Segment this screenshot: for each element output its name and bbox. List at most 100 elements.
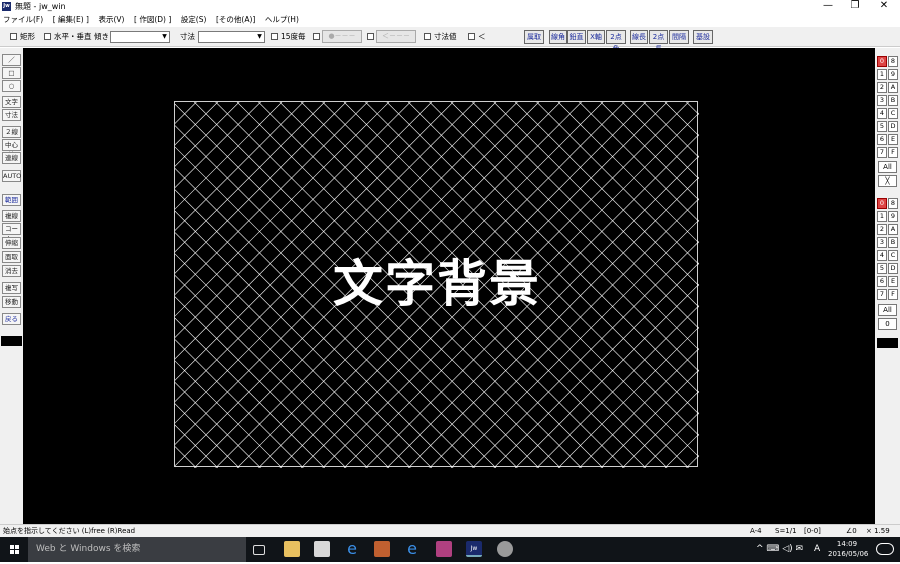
auto-tool[interactable]: AUTO bbox=[2, 170, 21, 182]
layer-A[interactable]: A bbox=[888, 224, 898, 235]
dimval-checkbox[interactable]: 寸法値 bbox=[424, 31, 457, 43]
zoom-display[interactable]: × 1.59 bbox=[866, 526, 890, 537]
file-explorer-icon[interactable] bbox=[284, 541, 300, 557]
arrow-endpoint-button[interactable]: ＜－－－ bbox=[376, 30, 416, 43]
layer-group-1[interactable]: 1 bbox=[877, 69, 887, 80]
layer-group-5[interactable]: 5 bbox=[877, 121, 887, 132]
notification-icon[interactable] bbox=[876, 543, 894, 555]
layer-B[interactable]: B bbox=[888, 237, 898, 248]
layer-group-8[interactable]: 8 bbox=[888, 56, 898, 67]
undo-tool[interactable]: 戻る bbox=[2, 313, 21, 325]
menu-draw[interactable]: [ 作図(D) ] bbox=[134, 13, 171, 26]
task-view-icon[interactable] bbox=[253, 545, 265, 555]
line-angle-button[interactable]: 線角 bbox=[549, 30, 567, 44]
store-icon[interactable] bbox=[314, 541, 330, 557]
circle-tool[interactable]: ○ bbox=[2, 80, 21, 92]
all-layer-groups-button[interactable]: All bbox=[878, 161, 897, 173]
menu-edit[interactable]: [ 編集(E) ] bbox=[53, 13, 89, 26]
menu-help[interactable]: ヘルプ(H) bbox=[265, 13, 299, 26]
drawing-text[interactable]: 文字背景 bbox=[175, 254, 699, 314]
layer-8[interactable]: 8 bbox=[888, 198, 898, 209]
layer-group-B[interactable]: B bbox=[888, 95, 898, 106]
erase-tool[interactable]: 消去 bbox=[2, 265, 21, 277]
menu-settings[interactable]: 設定(S) bbox=[181, 13, 207, 26]
layer-7[interactable]: 7 bbox=[877, 289, 887, 300]
menu-file[interactable]: ファイル(F) bbox=[3, 13, 43, 26]
center-line-tool[interactable]: 中心線 bbox=[2, 139, 21, 159]
menu-other[interactable]: [その他(A)] bbox=[216, 13, 255, 26]
layer-4[interactable]: 4 bbox=[877, 250, 887, 261]
layer-group-4[interactable]: 4 bbox=[877, 108, 887, 119]
drawing-canvas[interactable]: 文字背景 bbox=[23, 48, 875, 524]
layer-group-C[interactable]: C bbox=[888, 108, 898, 119]
clear-layer-groups-button[interactable]: ╳ bbox=[878, 175, 897, 187]
disc-app-icon[interactable] bbox=[497, 541, 513, 557]
dim-combo[interactable]: ▼ bbox=[198, 31, 265, 43]
layer-5[interactable]: 5 bbox=[877, 263, 887, 274]
base-set-button[interactable]: 基設 bbox=[693, 30, 713, 44]
move-tool[interactable]: 移動 bbox=[2, 296, 21, 308]
double-line-tool[interactable]: ２線 bbox=[2, 126, 21, 138]
layer-C[interactable]: C bbox=[888, 250, 898, 261]
range-tool[interactable]: 範囲 bbox=[2, 194, 21, 206]
clock[interactable]: 14:09 2016/05/06 bbox=[828, 539, 868, 559]
hv-checkbox[interactable]: 水平・垂直 bbox=[44, 31, 92, 43]
text-tool[interactable]: 文字 bbox=[2, 96, 21, 108]
layer-6[interactable]: 6 bbox=[877, 276, 887, 287]
layer-group-E[interactable]: E bbox=[888, 134, 898, 145]
layer-group-7[interactable]: 7 bbox=[877, 147, 887, 158]
layer-group-3[interactable]: 3 bbox=[877, 95, 887, 106]
all-layers-button[interactable]: All bbox=[878, 304, 897, 316]
connect-line-tool[interactable]: 連線 bbox=[2, 152, 21, 164]
layer-2[interactable]: 2 bbox=[877, 224, 887, 235]
vertical-button[interactable]: 鉛直 bbox=[567, 30, 586, 44]
scale-display[interactable]: S=1/1 bbox=[775, 526, 797, 537]
app-icon[interactable] bbox=[436, 541, 452, 557]
tray-icons[interactable]: ^ ⌨ ◁) ✉ bbox=[756, 544, 803, 554]
menu-view[interactable]: 表示(V) bbox=[98, 13, 124, 26]
zero-layer-button[interactable]: 0 bbox=[878, 318, 897, 330]
minimize-button[interactable]: — bbox=[816, 0, 840, 13]
angle-display[interactable]: ∠0 bbox=[846, 526, 857, 537]
lt-checkbox[interactable]: ＜ bbox=[468, 31, 486, 43]
start-button[interactable] bbox=[0, 537, 28, 562]
deg15-checkbox[interactable]: 15度毎 bbox=[271, 31, 306, 43]
media-player-icon[interactable] bbox=[374, 541, 390, 557]
chamfer-tool[interactable]: 面取 bbox=[2, 251, 21, 263]
jw-taskbar-icon[interactable]: Jw bbox=[466, 541, 482, 557]
stretch-tool[interactable]: 伸縮 bbox=[2, 237, 21, 249]
rectangle-tool[interactable]: □ bbox=[2, 67, 21, 79]
layer-group-0[interactable]: 0 bbox=[877, 56, 887, 67]
attr-get-button[interactable]: 属取 bbox=[524, 30, 544, 44]
layer-group-6[interactable]: 6 bbox=[877, 134, 887, 145]
layer-group-F[interactable]: F bbox=[888, 147, 898, 158]
two-point-angle-button[interactable]: 2点角 bbox=[606, 30, 626, 53]
layer-group-9[interactable]: 9 bbox=[888, 69, 898, 80]
close-button[interactable]: ✕ bbox=[872, 0, 896, 13]
layer-D[interactable]: D bbox=[888, 263, 898, 274]
circle-endpoint-button[interactable]: ●－－－ bbox=[322, 30, 362, 43]
taskbar-search[interactable]: Web と Windows を検索 bbox=[28, 537, 246, 562]
parallel-line-tool[interactable]: 複線 bbox=[2, 210, 21, 222]
layer-1[interactable]: 1 bbox=[877, 211, 887, 222]
interval-button[interactable]: 間隔 bbox=[669, 30, 689, 44]
two-point-length-button[interactable]: 2点長 bbox=[649, 30, 668, 53]
line-length-button[interactable]: 線長 bbox=[630, 30, 648, 44]
rect-checkbox[interactable]: 矩形 bbox=[10, 31, 35, 43]
layer-9[interactable]: 9 bbox=[888, 211, 898, 222]
layer-group-D[interactable]: D bbox=[888, 121, 898, 132]
ie-icon[interactable]: e bbox=[404, 541, 420, 557]
x-axis-button[interactable]: X軸 bbox=[587, 30, 605, 44]
layer-display[interactable]: [0-0] bbox=[804, 526, 821, 537]
maximize-button[interactable]: ❐ bbox=[843, 0, 867, 13]
line-tool[interactable]: ／ bbox=[2, 54, 21, 66]
layer-F[interactable]: F bbox=[888, 289, 898, 300]
line-color-indicator[interactable] bbox=[1, 336, 22, 346]
line-width-indicator[interactable] bbox=[877, 338, 898, 348]
ime-indicator[interactable]: A bbox=[814, 544, 820, 554]
copy-tool[interactable]: 複写 bbox=[2, 282, 21, 294]
slope-combo[interactable]: ▼ bbox=[110, 31, 170, 43]
layer-3[interactable]: 3 bbox=[877, 237, 887, 248]
layer-E[interactable]: E bbox=[888, 276, 898, 287]
layer-0[interactable]: 0 bbox=[877, 198, 887, 209]
